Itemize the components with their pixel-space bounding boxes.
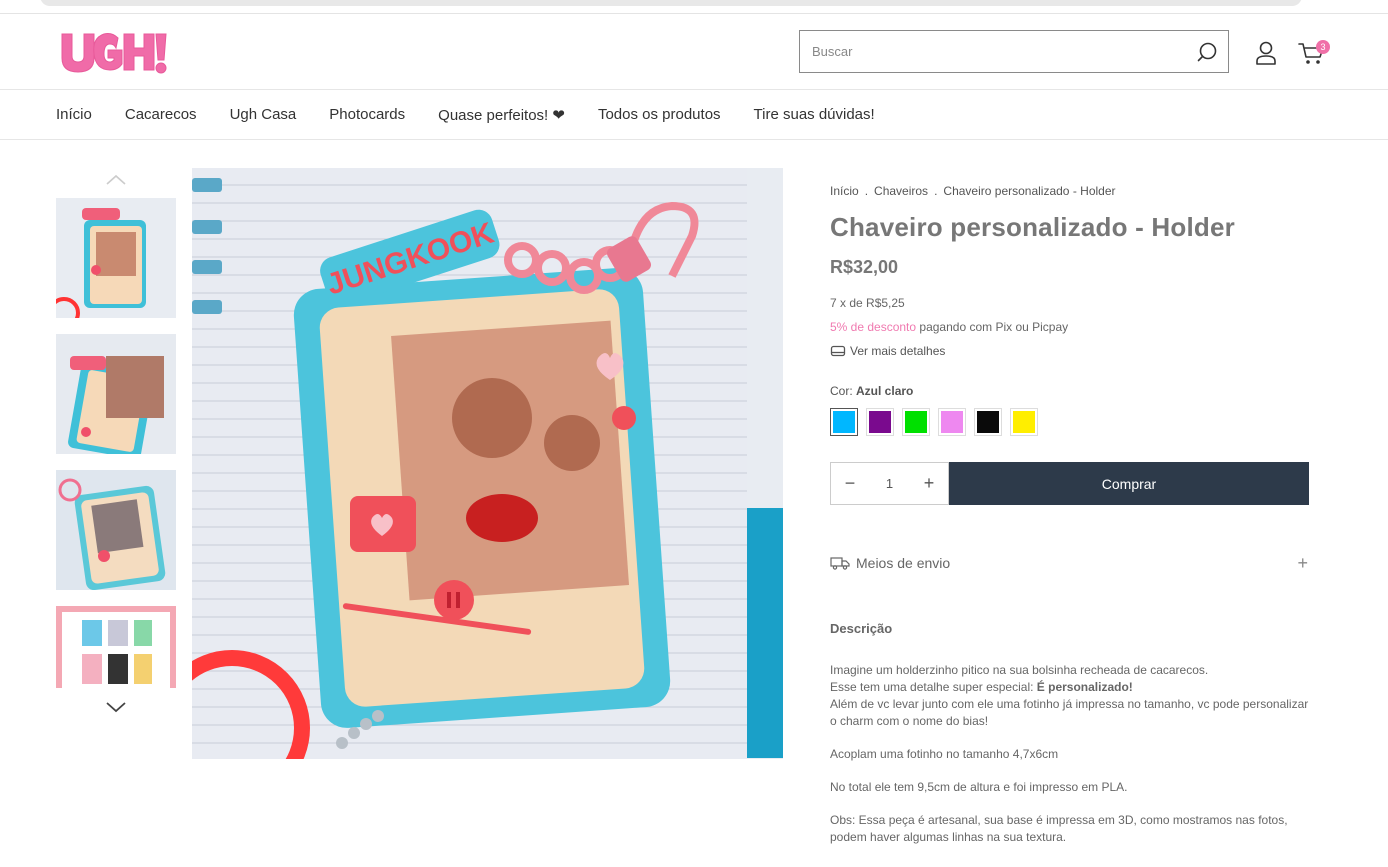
nav-item-duvidas[interactable]: Tire suas dúvidas! (754, 106, 875, 124)
truck-icon (830, 557, 850, 570)
description-paragraph-4: Obs: Essa peça é artesanal, sua base é i… (830, 813, 1288, 844)
ugh-logo[interactable] (60, 28, 168, 76)
thumbnail-1[interactable] (56, 198, 176, 318)
color-selected-name: Azul claro (856, 384, 914, 398)
description-line-2: Esse tem uma detalhe super especial: (830, 680, 1037, 694)
card-icon (830, 345, 846, 357)
chevron-down-icon[interactable] (104, 700, 128, 714)
swatch-black[interactable] (974, 408, 1002, 436)
description-title: Descrição (830, 621, 893, 636)
buy-row: − 1 + Comprar (830, 462, 1310, 505)
color-label: Cor: Azul claro (830, 384, 1310, 398)
nav-item-ugh-casa[interactable]: Ugh Casa (230, 106, 297, 124)
swatch-pink[interactable] (938, 408, 966, 436)
color-swatches (830, 408, 1310, 436)
nav-item-inicio[interactable]: Início (56, 106, 92, 124)
see-more-details-label: Ver mais detalhes (850, 344, 946, 358)
nav-item-quase-perfeitos[interactable]: Quase perfeitos! ❤ (438, 106, 565, 124)
quantity-stepper: − 1 + (830, 462, 949, 505)
shipping-accordion[interactable]: Meios de envio + (830, 553, 1308, 574)
shipping-label: Meios de envio (856, 555, 951, 571)
breadcrumb-item-chaveiros[interactable]: Chaveiros (874, 184, 928, 198)
breadcrumb-separator: . (934, 184, 938, 198)
thumbnail-4[interactable] (56, 606, 176, 688)
user-account-icon[interactable] (1254, 40, 1278, 66)
swatch-green[interactable] (902, 408, 930, 436)
browser-top-edge (0, 0, 1388, 14)
nav-item-cacarecos[interactable]: Cacarecos (125, 106, 197, 124)
product-price: R$32,00 (830, 257, 899, 277)
quantity-value[interactable]: 1 (886, 476, 893, 491)
swatch-light-blue[interactable] (830, 408, 858, 436)
discount-rest: pagando com Pix ou Picpay (916, 320, 1069, 334)
search-input[interactable] (812, 31, 1182, 72)
discount-highlight: 5% de desconto (830, 320, 917, 334)
cart-count-badge: 3 (1316, 40, 1330, 54)
swatch-fill (869, 411, 891, 433)
main-product-image[interactable]: JUNGKOOK (192, 168, 783, 759)
swatch-fill (977, 411, 999, 433)
thumbnail-gallery (56, 168, 176, 728)
see-more-details-link[interactable]: Ver mais detalhes (830, 344, 1310, 358)
quantity-decrease-button[interactable]: − (843, 473, 857, 494)
swatch-yellow[interactable] (1010, 408, 1038, 436)
nav-item-photocards[interactable]: Photocards (329, 106, 405, 124)
breadcrumb-separator: . (864, 184, 869, 198)
nav-item-todos-produtos[interactable]: Todos os produtos (598, 106, 721, 124)
chevron-up-icon[interactable] (104, 172, 128, 186)
site-header: 3 (0, 14, 1388, 90)
swatch-purple[interactable] (866, 408, 894, 436)
product-title: Chaveiro personalizado - Holder (830, 212, 1235, 242)
expand-plus-icon[interactable]: + (1297, 553, 1308, 574)
description-paragraph-3: No total ele tem 9,5cm de altura e foi i… (830, 780, 1128, 794)
buy-button[interactable]: Comprar (949, 462, 1309, 505)
quantity-increase-button[interactable]: + (922, 473, 936, 494)
description-line-2-bold: É personalizado! (1036, 680, 1133, 694)
description-line-3: Além de vc levar junto com ele uma fotin… (830, 697, 1309, 728)
thumbnail-2[interactable] (56, 334, 176, 454)
search-icon[interactable] (1196, 41, 1218, 63)
search-box (799, 30, 1229, 73)
thumbnail-3[interactable] (56, 470, 176, 590)
discount-text: 5% de desconto pagando com Pix ou Picpay (830, 320, 1310, 334)
swatch-fill (941, 411, 963, 433)
product-info: Início . Chaveiros . Chaveiro personaliz… (830, 184, 1310, 862)
swatch-fill (905, 411, 927, 433)
installments-text: 7 x de R$5,25 (830, 296, 905, 310)
description-body: Imagine um holderzinho pitico na sua bol… (830, 662, 1310, 846)
swatch-fill (833, 411, 855, 433)
color-label-prefix: Cor: (830, 384, 857, 398)
description-paragraph-1: Imagine um holderzinho pitico na sua bol… (830, 662, 1310, 730)
breadcrumb: Início . Chaveiros . Chaveiro personaliz… (830, 184, 1310, 198)
description-paragraph-2: Acoplam uma fotinho no tamanho 4,7x6cm (830, 747, 1059, 761)
main-nav: Início Cacarecos Ugh Casa Photocards Qua… (0, 90, 1388, 140)
browser-address-bar[interactable] (40, 0, 1302, 6)
swatch-fill (1013, 411, 1035, 433)
breadcrumb-item-current: Chaveiro personalizado - Holder (943, 184, 1116, 198)
description-line-1: Imagine um holderzinho pitico na sua bol… (830, 663, 1209, 677)
breadcrumb-item-inicio[interactable]: Início (830, 184, 859, 198)
